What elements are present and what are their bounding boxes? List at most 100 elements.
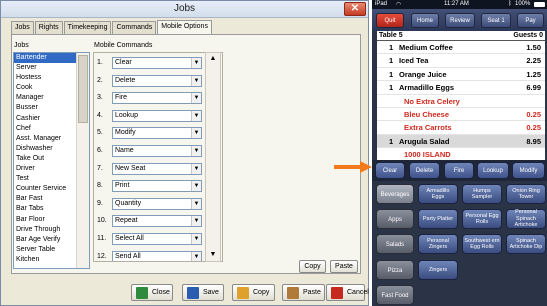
menu-item-humps-sampler[interactable]: Humps Sampler — [462, 184, 502, 204]
pos-top-bar: Quit Home Review Seat 1 Pay — [372, 9, 547, 31]
command-select[interactable]: Repeat ▼ — [112, 215, 202, 228]
chevron-down-icon[interactable]: ▼ — [191, 93, 201, 104]
command-select[interactable]: New Seat ▼ — [112, 162, 202, 175]
copy-commands-button[interactable]: Copy — [299, 260, 326, 273]
command-value: Quantity — [115, 199, 142, 207]
copy-button[interactable]: Copy — [232, 284, 275, 301]
line-price: 1.50 — [526, 43, 541, 52]
chevron-down-icon[interactable]: ▼ — [191, 146, 201, 156]
command-number: 9. — [97, 199, 103, 207]
line-name: Bleu Cheese — [404, 109, 450, 119]
chevron-down-icon[interactable]: ▼ — [191, 234, 201, 244]
jobs-scroll-thumb[interactable] — [78, 55, 88, 123]
menu-item-personal-spinach-artichoke[interactable]: Personal Spinach Artichoke — [506, 209, 546, 229]
command-value: Lookup — [115, 111, 138, 119]
chevron-down-icon[interactable]: ▼ — [191, 163, 201, 174]
chevron-down-icon[interactable]: ▼ — [191, 198, 201, 209]
chevron-down-icon[interactable]: ▼ — [191, 216, 201, 227]
ticket-line[interactable]: 1 Iced Tea 2.25 — [377, 54, 545, 68]
commands-scrollbar[interactable]: ▲ ▼ — [205, 52, 221, 262]
category-fast-food[interactable]: Fast Food — [376, 285, 414, 305]
command-select[interactable]: Modify ▼ — [112, 127, 202, 140]
command-select[interactable]: Send All ▼ — [112, 250, 202, 261]
arrow-shaft — [334, 165, 362, 169]
close-button-label: Close — [152, 289, 170, 296]
chevron-down-icon[interactable]: ▼ — [191, 110, 201, 121]
line-name: 1000 ISLAND — [404, 150, 451, 160]
command-number: 12. — [97, 252, 107, 260]
save-button-label: Save — [203, 289, 219, 296]
save-button[interactable]: Save — [182, 284, 224, 301]
chevron-down-icon[interactable]: ▼ — [191, 251, 201, 261]
tab-timekeeping[interactable]: Timekeeping — [63, 21, 112, 34]
jobs-list[interactable]: Bartender Server Hostess Cook Manager Busser C… — [13, 52, 90, 269]
battery-label: 100% — [515, 1, 531, 7]
quit-button[interactable]: Quit — [376, 13, 404, 28]
menu-item-spinach-artichoke-dip[interactable]: Spinach Artichoke Dip — [506, 234, 546, 254]
arrow-head — [360, 161, 372, 173]
chevron-down-icon[interactable]: ▼ — [191, 58, 201, 68]
close-button[interactable]: Close — [131, 284, 173, 301]
order-ticket[interactable]: Table 5 Guests 0 1 Medium Coffee 1.50 1 Iced… — [377, 31, 545, 160]
menu-item-southwestern-egg-rolls[interactable]: Southwest ern Egg Rolls — [462, 234, 502, 254]
modify-button[interactable]: Modify — [512, 162, 545, 179]
fire-button[interactable]: Fire — [444, 162, 474, 179]
command-select[interactable]: Name ▼ — [112, 145, 202, 157]
menu-item-personal-zingers[interactable]: Personal Zingers — [418, 234, 458, 254]
command-number: 1. — [97, 59, 103, 66]
tab-rights[interactable]: Rights — [34, 21, 63, 34]
guests-label: Guests 0 — [513, 32, 543, 39]
ticket-line[interactable]: 1 Orange Juice 1.25 — [377, 68, 545, 82]
cancel-button[interactable]: Cancel — [326, 284, 369, 301]
menu-item-onion-ring-tower[interactable]: Onion Ring Tower — [506, 184, 546, 204]
home-button[interactable]: Home — [411, 13, 439, 28]
category-beverages[interactable]: Beverages — [376, 184, 414, 204]
lookup-button[interactable]: Lookup — [477, 162, 509, 179]
command-value: Send All — [115, 252, 141, 260]
category-salads[interactable]: Salads — [376, 234, 414, 254]
category-apps[interactable]: Apps — [376, 209, 414, 229]
command-value: Fire — [115, 94, 128, 102]
scroll-down-arrow-icon[interactable]: ▼ — [206, 249, 220, 261]
menu-item-armadillo-eggs[interactable]: Armadillo Eggs — [418, 184, 458, 204]
floppy-icon — [187, 287, 199, 299]
menu-item-party-platter[interactable]: Party Platter — [418, 209, 458, 229]
scroll-up-arrow-icon[interactable]: ▲ — [206, 53, 220, 65]
paste-button[interactable]: Paste — [282, 284, 325, 301]
ticket-line[interactable]: 1 Arugula Salad 8.95 — [377, 134, 545, 149]
menu-item-zingers[interactable]: Zingers — [418, 260, 458, 280]
ticket-line[interactable]: 1 Armadillo Eggs 6.99 — [377, 81, 545, 95]
command-select[interactable]: Fire ▼ — [112, 92, 202, 105]
line-name: Iced Tea — [399, 56, 429, 66]
tab-commands[interactable]: Commands — [112, 21, 157, 34]
clear-button[interactable]: Clear — [375, 162, 405, 179]
pay-button[interactable]: Pay — [517, 13, 544, 28]
ticket-line[interactable]: 1 Medium Coffee 1.50 — [377, 41, 545, 55]
ticket-line[interactable]: 1000 ISLAND — [377, 148, 545, 160]
jobs-scrollbar[interactable] — [76, 53, 89, 268]
command-number: 8. — [97, 182, 103, 190]
command-select[interactable]: Print ▼ — [112, 180, 202, 193]
menu-item-personal-egg-rolls[interactable]: Personal Egg Rolls — [462, 209, 502, 229]
ticket-line[interactable]: Bleu Cheese 0.25 — [377, 108, 545, 122]
paste-commands-button[interactable]: Paste — [330, 260, 358, 273]
delete-button[interactable]: Delete — [409, 162, 440, 179]
seat-button[interactable]: Seat 1 — [481, 13, 511, 28]
chevron-down-icon[interactable]: ▼ — [191, 128, 201, 139]
bluetooth-icon: ᛒ — [508, 1, 512, 7]
command-select[interactable]: Select All ▼ — [112, 233, 202, 245]
command-select[interactable]: Clear ▼ — [112, 57, 202, 69]
ticket-line[interactable]: Extra Carrots 0.25 — [377, 121, 545, 135]
chevron-down-icon[interactable]: ▼ — [191, 181, 201, 192]
review-button[interactable]: Review — [445, 13, 475, 28]
line-name: No Extra Celery — [404, 96, 460, 106]
window-close-button[interactable]: ✕ — [344, 2, 366, 16]
ticket-line[interactable]: No Extra Celery — [377, 95, 545, 108]
category-pizza[interactable]: Pizza — [376, 260, 414, 280]
command-select[interactable]: Quantity ▼ — [112, 197, 202, 210]
tab-jobs[interactable]: Jobs — [11, 21, 34, 34]
command-select[interactable]: Lookup ▼ — [112, 109, 202, 122]
command-select[interactable]: Delete ▼ — [112, 74, 202, 87]
tab-mobile-options[interactable]: Mobile Options — [157, 20, 212, 35]
chevron-down-icon[interactable]: ▼ — [191, 75, 201, 86]
